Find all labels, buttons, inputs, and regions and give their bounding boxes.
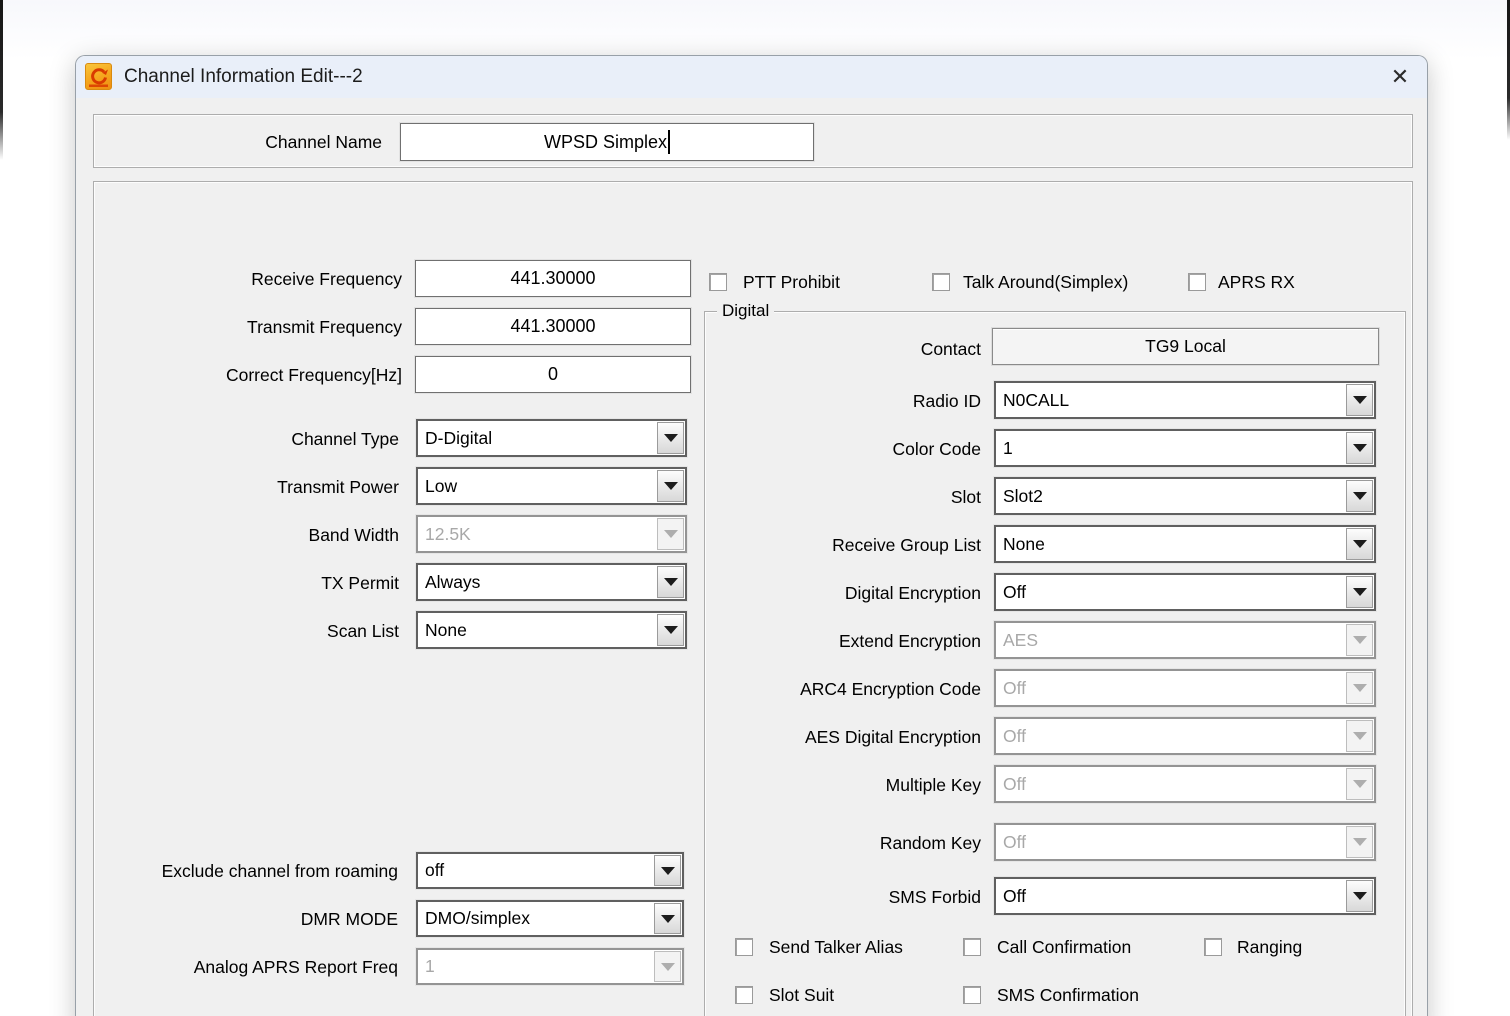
contact-label: Contact <box>715 339 981 359</box>
tx-permit-label: TX Permit <box>112 573 399 593</box>
text-caret <box>668 130 670 154</box>
close-icon[interactable]: ✕ <box>1385 63 1415 91</box>
dropdown-arrow-icon[interactable] <box>1346 576 1373 608</box>
dropdown-arrow-icon <box>1346 624 1373 656</box>
dropdown-arrow-icon <box>1346 826 1373 858</box>
aprs-rx-checkbox[interactable] <box>1188 273 1206 291</box>
dmr-mode-label: DMR MODE <box>124 909 398 929</box>
dropdown-arrow-icon <box>654 951 681 982</box>
screen-edge-artifact-left <box>0 0 3 160</box>
radio-logo-icon <box>86 64 111 89</box>
send-talker-alias-label: Send Talker Alias <box>769 937 903 957</box>
dropdown-arrow-icon <box>657 518 684 550</box>
transmit-power-select[interactable]: Low <box>416 467 687 505</box>
analog-aprs-freq-label: Analog APRS Report Freq <box>124 957 398 977</box>
ptt-prohibit-label: PTT Prohibit <box>743 272 840 292</box>
color-code-select[interactable]: 1 <box>994 429 1376 467</box>
dropdown-arrow-icon[interactable] <box>657 470 684 502</box>
slot-label: Slot <box>715 487 981 507</box>
call-confirmation-label: Call Confirmation <box>997 937 1131 957</box>
titlebar: Channel Information Edit---2 ✕ <box>76 56 1427 98</box>
dropdown-arrow-icon[interactable] <box>1346 880 1373 912</box>
aes-digital-encryption-select: Off <box>994 717 1376 755</box>
ptt-prohibit-checkbox[interactable] <box>709 273 727 291</box>
dropdown-arrow-icon <box>1346 720 1373 752</box>
channel-name-input[interactable]: WPSD Simplex <box>400 123 814 161</box>
dropdown-arrow-icon <box>1346 768 1373 800</box>
dropdown-arrow-icon <box>1346 672 1373 704</box>
exclude-roaming-select[interactable]: off <box>416 852 684 889</box>
aes-digital-encryption-label: AES Digital Encryption <box>715 727 981 747</box>
band-width-label: Band Width <box>112 525 399 545</box>
dropdown-arrow-icon[interactable] <box>654 855 681 886</box>
channel-type-label: Channel Type <box>112 429 399 449</box>
scan-list-select[interactable]: None <box>416 611 687 649</box>
exclude-roaming-label: Exclude channel from roaming <box>124 861 398 881</box>
dropdown-arrow-icon[interactable] <box>657 614 684 646</box>
app-icon <box>85 63 112 90</box>
dmr-mode-select[interactable]: DMO/simplex <box>416 900 684 937</box>
channel-name-label: Channel Name <box>265 132 382 152</box>
receive-frequency-label: Receive Frequency <box>112 269 402 289</box>
transmit-frequency-input[interactable]: 441.30000 <box>415 308 691 345</box>
arc4-encryption-select: Off <box>994 669 1376 707</box>
multiple-key-label: Multiple Key <box>715 775 981 795</box>
random-key-select: Off <box>994 823 1376 861</box>
transmit-power-label: Transmit Power <box>112 477 399 497</box>
talk-around-checkbox[interactable] <box>932 273 950 291</box>
channel-name-frame: Channel Name WPSD Simplex <box>93 114 1413 168</box>
tx-permit-select[interactable]: Always <box>416 563 687 601</box>
dropdown-arrow-icon[interactable] <box>1346 528 1373 560</box>
slot-select[interactable]: Slot2 <box>994 477 1376 515</box>
radio-id-select[interactable]: N0CALL <box>994 381 1376 419</box>
scan-list-label: Scan List <box>112 621 399 641</box>
send-talker-alias-checkbox[interactable] <box>735 938 753 956</box>
receive-group-list-select[interactable]: None <box>994 525 1376 563</box>
band-width-select: 12.5K <box>416 515 687 553</box>
color-code-label: Color Code <box>715 439 981 459</box>
talk-around-label: Talk Around(Simplex) <box>963 272 1128 292</box>
sms-forbid-select[interactable]: Off <box>994 877 1376 915</box>
digital-group: Digital Contact TG9 Local Radio ID N0CAL… <box>704 311 1406 1016</box>
multiple-key-select: Off <box>994 765 1376 803</box>
slot-suit-label: Slot Suit <box>769 985 834 1005</box>
dropdown-arrow-icon[interactable] <box>1346 384 1373 416</box>
dropdown-arrow-icon[interactable] <box>1346 480 1373 512</box>
dropdown-arrow-icon[interactable] <box>657 566 684 598</box>
window-title: Channel Information Edit---2 <box>124 56 363 98</box>
sms-confirmation-label: SMS Confirmation <box>997 985 1139 1005</box>
sms-forbid-label: SMS Forbid <box>715 887 981 907</box>
extend-encryption-label: Extend Encryption <box>715 631 981 651</box>
sms-confirmation-checkbox[interactable] <box>963 986 981 1004</box>
receive-group-list-label: Receive Group List <box>715 535 981 555</box>
call-confirmation-checkbox[interactable] <box>963 938 981 956</box>
correct-frequency-label: Correct Frequency[Hz] <box>112 365 402 385</box>
slot-suit-checkbox[interactable] <box>735 986 753 1004</box>
ranging-checkbox[interactable] <box>1204 938 1222 956</box>
digital-encryption-label: Digital Encryption <box>715 583 981 603</box>
aprs-rx-label: APRS RX <box>1218 272 1295 292</box>
dropdown-arrow-icon[interactable] <box>1346 432 1373 464</box>
extend-encryption-select: AES <box>994 621 1376 659</box>
arc4-encryption-label: ARC4 Encryption Code <box>715 679 981 699</box>
channel-type-select[interactable]: D-Digital <box>416 419 687 457</box>
dropdown-arrow-icon[interactable] <box>657 422 684 454</box>
analog-aprs-freq-select: 1 <box>416 948 684 985</box>
receive-frequency-input[interactable]: 441.30000 <box>415 260 691 297</box>
radio-id-label: Radio ID <box>715 391 981 411</box>
transmit-frequency-label: Transmit Frequency <box>112 317 402 337</box>
dropdown-arrow-icon[interactable] <box>654 903 681 934</box>
contact-button[interactable]: TG9 Local <box>992 328 1379 365</box>
digital-encryption-select[interactable]: Off <box>994 573 1376 611</box>
ranging-label: Ranging <box>1237 937 1302 957</box>
digital-group-label: Digital <box>717 301 774 321</box>
random-key-label: Random Key <box>715 833 981 853</box>
correct-frequency-input[interactable]: 0 <box>415 356 691 393</box>
channel-edit-dialog: Channel Information Edit---2 ✕ Channel N… <box>75 55 1428 1016</box>
